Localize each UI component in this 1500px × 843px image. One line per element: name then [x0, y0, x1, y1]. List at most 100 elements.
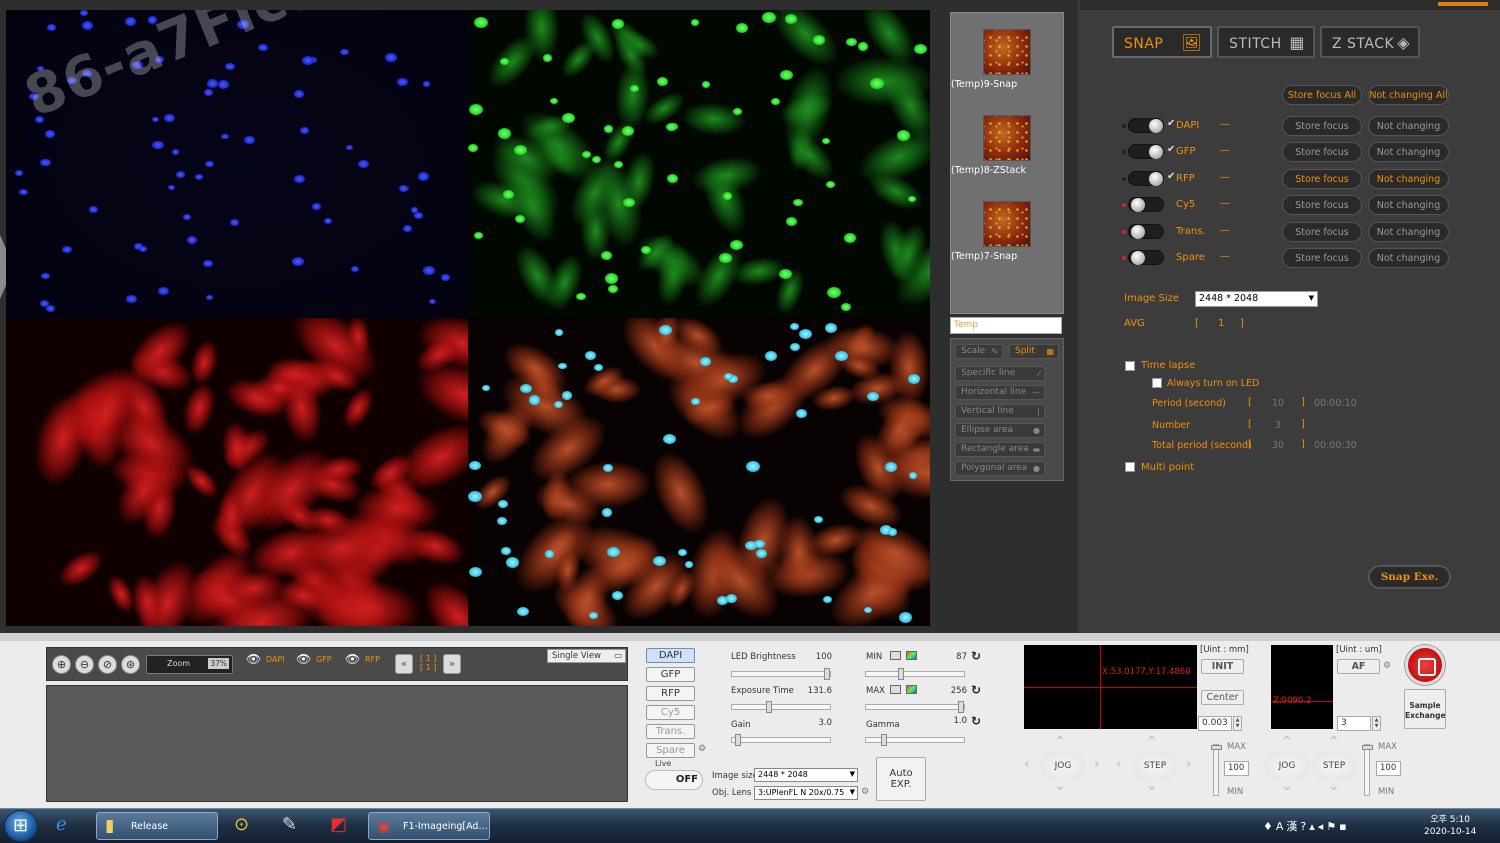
channel-toggle[interactable] [1128, 197, 1164, 212]
horizontal-line-tool[interactable]: Horizontal line — [955, 385, 1045, 400]
slider-thumb[interactable] [898, 668, 904, 680]
z-step-pad[interactable]: STEP ⌃ ⌄ [1302, 734, 1366, 796]
gamma-slider[interactable] [865, 734, 965, 746]
image-list-area[interactable] [46, 685, 628, 802]
stage-position-view[interactable] [1024, 645, 1197, 729]
stitch-mode-button[interactable]: STITCH ▦ [1217, 26, 1315, 58]
max-slider[interactable] [865, 701, 965, 713]
xy-speed-slider[interactable] [1211, 744, 1222, 796]
zoom-out-icon[interactable]: ⊖ [75, 655, 94, 674]
always-led-checkbox[interactable] [1152, 378, 1162, 388]
gain-slider[interactable] [731, 734, 831, 746]
channel-button-cy5[interactable]: Cy5 [646, 705, 695, 720]
thumbnail-item[interactable]: (Temp)8-ZStack [951, 115, 1063, 176]
channel-button-gfp[interactable]: GFP [646, 667, 695, 682]
settings-icon[interactable]: ⚙ [1383, 661, 1391, 671]
store-focus-button[interactable]: Store focus [1282, 169, 1362, 189]
arrow-down-icon[interactable]: ⌄ [1054, 778, 1066, 794]
obj-lens-dropdown[interactable]: 3:UPlenFL N 20x/0.75 [754, 786, 858, 800]
arrow-down-icon[interactable]: ⌄ [1328, 778, 1340, 794]
led-brightness-slider[interactable] [731, 668, 831, 680]
toggle-knob[interactable] [1131, 225, 1145, 239]
sample-exchange-button[interactable]: Sample Exchange [1404, 689, 1446, 729]
slider-thumb[interactable] [1211, 745, 1222, 750]
z-position-view[interactable] [1271, 645, 1333, 729]
settings-icon[interactable]: ⚙ [861, 787, 869, 797]
taskbar-item-imaging[interactable]: ◉ F1-Imageing[Ad... [368, 812, 490, 840]
rectangle-area-tool[interactable]: Rectangle area ▬ [955, 442, 1045, 457]
arrow-left-icon[interactable]: ‹ [1116, 756, 1122, 772]
browser-icon[interactable]: ℯ [56, 814, 67, 835]
color-icon[interactable] [906, 685, 917, 694]
arrow-up-icon[interactable]: ⌃ [1146, 734, 1158, 750]
xy-speed-input[interactable]: 100 [1224, 761, 1249, 776]
single-view-button[interactable]: Single View ▭ [547, 649, 626, 663]
channel-button-spare[interactable]: Spare [646, 743, 695, 758]
split-button[interactable]: Split ▦ [1009, 344, 1059, 359]
toggle-knob[interactable] [1131, 251, 1145, 265]
stop-button[interactable] [1405, 645, 1445, 685]
eye-icon[interactable]: 👁 [296, 652, 311, 666]
arrow-right-icon[interactable]: › [1094, 756, 1100, 772]
settings-icon[interactable]: ⚙ [698, 744, 706, 754]
zoom-fit-icon[interactable]: ⊛ [121, 655, 140, 674]
center-button[interactable]: Center [1201, 690, 1244, 705]
histogram-icon[interactable] [890, 651, 901, 660]
slider-thumb[interactable] [824, 668, 830, 680]
prev-page-button[interactable]: « [395, 654, 413, 674]
refresh-icon[interactable]: ↻ [971, 683, 981, 697]
app-icon[interactable]: ⊙ [234, 814, 249, 835]
avg-value[interactable]: 1 [1218, 318, 1224, 329]
eye-icon[interactable]: 👁 [345, 652, 360, 666]
channel-toggle[interactable] [1128, 250, 1164, 265]
zstack-mode-button[interactable]: Z STACK ◈ [1320, 26, 1420, 58]
slider-thumb[interactable] [1362, 745, 1373, 750]
ellipse-area-tool[interactable]: Ellipse area ● [955, 423, 1045, 438]
store-focus-button[interactable]: Store focus [1282, 195, 1362, 215]
not-changing-button[interactable]: Not changing [1368, 248, 1449, 268]
arrow-down-icon[interactable]: ⌄ [1281, 778, 1293, 794]
slider-thumb[interactable] [735, 734, 741, 746]
specific-line-tool[interactable]: Specific line ⁄ [955, 366, 1045, 381]
xy-step-input[interactable]: 0.003 [1198, 716, 1232, 731]
not-changing-button[interactable]: Not changing [1368, 116, 1449, 136]
auto-exposure-button[interactable]: Auto EXP. [876, 757, 926, 801]
arrow-right-icon[interactable]: › [1186, 756, 1192, 772]
color-icon[interactable] [906, 651, 917, 660]
xy-step-spinner[interactable]: ▲ ▼ [1233, 716, 1242, 731]
next-page-button[interactable]: » [443, 654, 461, 674]
not-changing-all-button[interactable]: Not changing All [1368, 85, 1449, 105]
not-changing-button[interactable]: Not changing [1368, 169, 1449, 189]
store-focus-button[interactable]: Store focus [1282, 142, 1362, 162]
snap-execute-button[interactable]: Snap Exe. [1368, 565, 1451, 589]
slider-thumb[interactable] [881, 734, 887, 746]
scale-button[interactable]: Scale ✎ [955, 344, 1003, 359]
refresh-icon[interactable]: ↻ [971, 649, 981, 663]
taskbar-item-release[interactable]: ▮ Release [96, 812, 218, 840]
snap-mode-button[interactable]: SNAP 🖼 [1112, 26, 1212, 58]
toggle-knob[interactable] [1149, 119, 1163, 133]
multi-point-checkbox[interactable] [1125, 462, 1135, 472]
arrow-up-icon[interactable]: ⌃ [1281, 734, 1293, 750]
time-lapse-checkbox[interactable] [1125, 361, 1135, 371]
xy-step-pad[interactable]: STEP ⌃ ⌄ ‹ › [1116, 734, 1194, 796]
not-changing-button[interactable]: Not changing [1368, 222, 1449, 242]
toggle-knob[interactable] [1149, 172, 1163, 186]
refresh-icon[interactable]: ↻ [971, 714, 981, 728]
image-size-dropdown[interactable]: 2448 * 2048 [754, 768, 858, 782]
toggle-knob[interactable] [1131, 198, 1145, 212]
store-focus-button[interactable]: Store focus [1282, 248, 1362, 268]
zoom-reset-icon[interactable]: ⊘ [98, 655, 117, 674]
live-toggle[interactable]: OFF [645, 770, 703, 790]
autofocus-button[interactable]: AF [1337, 659, 1380, 674]
min-slider[interactable] [865, 668, 965, 680]
store-focus-all-button[interactable]: Store focus All [1282, 85, 1362, 105]
z-speed-slider[interactable] [1362, 744, 1373, 796]
arrow-left-icon[interactable]: ‹ [1024, 756, 1030, 772]
store-focus-button[interactable]: Store focus [1282, 116, 1362, 136]
clock[interactable]: 오후 5:10 2020-10-14 [1424, 814, 1476, 838]
start-button[interactable] [4, 810, 38, 842]
xy-jog-pad[interactable]: JOG ⌃ ⌄ ‹ › [1024, 734, 1102, 796]
channel-toggle[interactable] [1128, 144, 1164, 159]
store-focus-button[interactable]: Store focus [1282, 222, 1362, 242]
